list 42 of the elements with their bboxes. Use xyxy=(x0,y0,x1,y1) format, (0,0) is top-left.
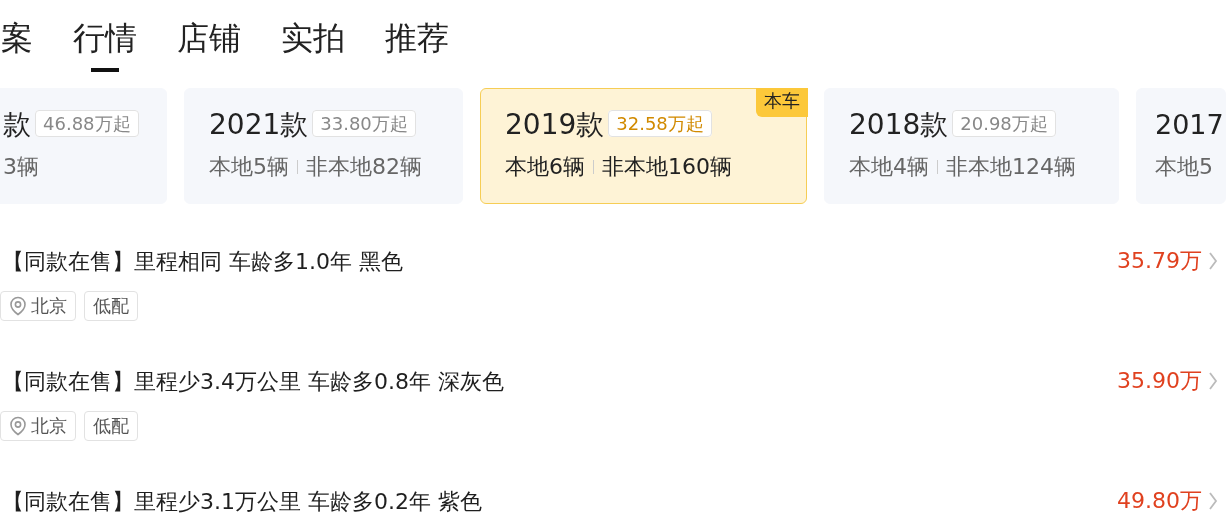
model-card[interactable]: 款 $^{46.88万起}$ 3辆 xyxy=(0,88,167,204)
tab[interactable]: 案 xyxy=(1,12,33,72)
listing-count: 本地6辆 xyxy=(505,153,585,181)
model-card[interactable]: 2018款 $^{20.98万起}$ 本地4辆 非本地124辆 xyxy=(824,88,1119,204)
price-tag: 20.98万起 xyxy=(952,110,1056,137)
listing-count: 非本地160辆 xyxy=(602,153,732,181)
listing-price: 49.80万 xyxy=(1117,487,1202,515)
listing-title[interactable]: 【同款在售】里程少3.1万公里 车龄多0.2年 紫色 xyxy=(2,484,482,518)
tab[interactable]: 实拍 xyxy=(281,12,345,72)
price-tag: 33.80万起 xyxy=(312,110,416,137)
chevron-right-icon[interactable] xyxy=(1208,250,1218,271)
model-year: 2019款 xyxy=(505,108,605,141)
price-tag: 46.88万起 xyxy=(35,110,139,137)
price-tag: 32.58万起 xyxy=(608,110,712,137)
location-pin-icon xyxy=(9,416,27,436)
chevron-right-icon[interactable] xyxy=(1208,370,1218,391)
current-car-badge: 本车 xyxy=(756,88,808,117)
listing-count: 本地4辆 xyxy=(849,153,929,181)
model-year: 2017 xyxy=(1155,109,1224,140)
model-year: 款 xyxy=(3,108,31,141)
location-tag: 北京 xyxy=(0,291,76,321)
tag: 低配 xyxy=(84,291,138,321)
location-pin-icon xyxy=(9,296,27,316)
tab[interactable]: 推荐 xyxy=(385,12,449,72)
chevron-right-icon[interactable] xyxy=(1208,490,1218,511)
tag: 低配 xyxy=(84,411,138,441)
listing-count: 非本地124辆 xyxy=(946,153,1076,181)
listing-price: 35.79万 xyxy=(1117,247,1202,275)
listing-count: 本地5 xyxy=(1155,153,1213,181)
listing-count: 非本地82辆 xyxy=(306,153,422,181)
location-tag: 北京 xyxy=(0,411,76,441)
model-card[interactable]: 2019款 $^{32.58万起}$ 本地6辆 非本地160辆 本车 xyxy=(480,88,807,204)
listing-count: 本地5辆 xyxy=(209,153,289,181)
tab[interactable]: 店铺 xyxy=(177,12,241,72)
listing-count: 3辆 xyxy=(3,153,39,181)
listing-title[interactable]: 【同款在售】里程相同 车龄多1.0年 黑色 xyxy=(2,244,403,280)
model-year: 2018款 xyxy=(849,108,949,141)
listing-price: 35.90万 xyxy=(1117,367,1202,395)
model-card[interactable]: 2017 本地5 xyxy=(1136,88,1226,204)
listing-title[interactable]: 【同款在售】里程少3.4万公里 车龄多0.8年 深灰色 xyxy=(2,364,504,400)
model-card[interactable]: 2021款 $^{33.80万起}$ 本地5辆 非本地82辆 xyxy=(184,88,463,204)
model-year: 2021款 xyxy=(209,108,309,141)
